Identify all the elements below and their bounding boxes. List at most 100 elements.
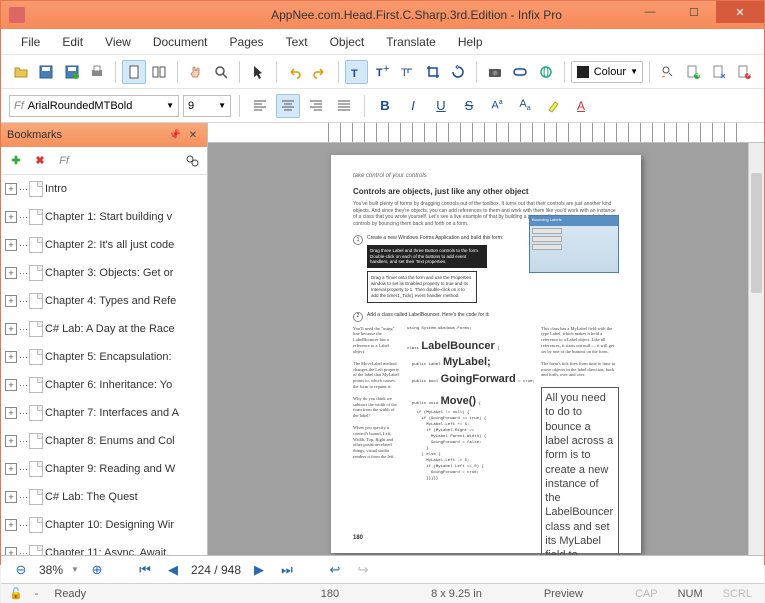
size-combo[interactable]: 9 ▼ xyxy=(183,95,231,117)
maximize-button[interactable]: ☐ xyxy=(672,1,716,23)
zoom-in-icon[interactable]: ⊕ xyxy=(87,560,107,580)
menu-object[interactable]: Object xyxy=(320,31,375,53)
page-view[interactable]: take control of your controls Controls a… xyxy=(331,155,641,553)
hand-tool-icon[interactable] xyxy=(184,60,208,84)
camera-icon[interactable] xyxy=(483,60,507,84)
rotate-tool-icon[interactable] xyxy=(447,60,471,84)
print-icon[interactable] xyxy=(86,60,110,84)
sidebar-title: Bookmarks xyxy=(7,129,62,141)
web-link-icon[interactable] xyxy=(534,60,558,84)
document-scroll[interactable]: take control of your controls Controls a… xyxy=(208,143,764,555)
status-ready: Ready xyxy=(50,588,90,600)
zoom-out-icon[interactable]: ⊖ xyxy=(11,560,31,580)
bookmark-item[interactable]: +⋯Chapter 4: Types and Refe xyxy=(1,287,207,315)
page-add-icon[interactable]: + xyxy=(682,60,706,84)
facing-pages-icon[interactable] xyxy=(148,60,172,84)
bookmark-item[interactable]: +⋯Intro xyxy=(1,175,207,203)
status-num: NUM xyxy=(674,588,707,600)
page-extract-icon[interactable] xyxy=(707,60,731,84)
svg-text:T: T xyxy=(351,68,358,80)
colour-combo[interactable]: Colour ▼ xyxy=(571,61,643,83)
lock-icon[interactable]: 🔓 xyxy=(9,587,23,600)
bookmark-item[interactable]: +⋯Chapter 6: Inheritance: Yo xyxy=(1,371,207,399)
menu-help[interactable]: Help xyxy=(448,31,493,53)
undo-icon[interactable] xyxy=(283,60,307,84)
bookmark-item[interactable]: +⋯Chapter 5: Encapsulation: xyxy=(1,343,207,371)
history-fwd-icon[interactable]: ↪ xyxy=(353,560,373,580)
find-bookmark-icon[interactable] xyxy=(183,152,201,170)
ruler[interactable] xyxy=(208,123,764,143)
close-panel-icon[interactable]: ✕ xyxy=(185,127,201,143)
zoom-tool-icon[interactable] xyxy=(210,60,234,84)
font-combo[interactable]: Ff ArialRoundedMTBold ▼ xyxy=(9,95,179,117)
menu-document[interactable]: Document xyxy=(143,31,218,53)
svg-text:+: + xyxy=(695,69,701,80)
colour-label: Colour xyxy=(594,66,626,78)
bookmark-item[interactable]: +⋯Chapter 1: Start building v xyxy=(1,203,207,231)
menu-edit[interactable]: Edit xyxy=(52,31,93,53)
bookmark-item[interactable]: +⋯Chapter 10: Designing Wir xyxy=(1,511,207,539)
page-delete-icon[interactable]: × xyxy=(733,60,757,84)
subscript-icon[interactable]: Aa xyxy=(513,94,537,118)
bottombar: ⊖ 38% ▼ ⊕ ⏮ ◀ 224 / 948 ▶ ⏭ ↩ ↪ xyxy=(1,555,764,583)
bookmark-item[interactable]: +⋯C# Lab: A Day at the Race xyxy=(1,315,207,343)
svg-text:+: + xyxy=(383,64,389,75)
titlebar[interactable]: AppNee.com.Head.First.C.Sharp.3rd.Editio… xyxy=(1,1,764,29)
scrollbar-vertical[interactable] xyxy=(748,143,764,555)
svg-text:T: T xyxy=(401,67,408,79)
italic-icon[interactable]: I xyxy=(401,94,425,118)
link-icon[interactable] xyxy=(509,60,533,84)
pointer-tool-icon[interactable] xyxy=(246,60,270,84)
menu-pages[interactable]: Pages xyxy=(220,31,274,53)
last-page-icon[interactable]: ⏭ xyxy=(277,560,297,580)
page-number: 180 xyxy=(353,535,363,543)
bookmark-item[interactable]: +⋯C# Lab: The Quest xyxy=(1,483,207,511)
strikethrough-icon[interactable]: S xyxy=(457,94,481,118)
statusbar: 🔓 - Ready 180 8 x 9.25 in Preview CAP NU… xyxy=(1,583,764,603)
bookmark-item[interactable]: +⋯Chapter 11: Async, Await, xyxy=(1,539,207,555)
bookmark-item[interactable]: +⋯Chapter 3: Objects: Get or xyxy=(1,259,207,287)
find-replace-icon[interactable] xyxy=(656,60,680,84)
menu-view[interactable]: View xyxy=(95,31,141,53)
text-color-icon[interactable]: A xyxy=(569,94,593,118)
save-icon[interactable] xyxy=(35,60,59,84)
toolbar-format: Ff ArialRoundedMTBold ▼ 9 ▼ B I U S Aa A… xyxy=(1,89,764,123)
crop-tool-icon[interactable] xyxy=(421,60,445,84)
bookmark-item[interactable]: +⋯Chapter 2: It's all just code xyxy=(1,231,207,259)
pin-icon[interactable]: 📌 xyxy=(167,127,183,143)
bold-icon[interactable]: B xyxy=(373,94,397,118)
status-scrl: SCRL xyxy=(719,588,756,600)
minimize-button[interactable]: — xyxy=(628,1,672,23)
superscript-icon[interactable]: Aa xyxy=(485,94,509,118)
text-tool-icon[interactable]: T xyxy=(345,60,369,84)
underline-icon[interactable]: U xyxy=(429,94,453,118)
save-as-icon[interactable] xyxy=(60,60,84,84)
history-back-icon[interactable]: ↩ xyxy=(325,560,345,580)
menu-translate[interactable]: Translate xyxy=(376,31,446,53)
single-page-icon[interactable] xyxy=(122,60,146,84)
menubar: File Edit View Document Pages Text Objec… xyxy=(1,29,764,55)
remove-bookmark-icon[interactable]: ✖ xyxy=(31,152,49,170)
next-page-icon[interactable]: ▶ xyxy=(249,560,269,580)
bookmarks-list[interactable]: +⋯Intro +⋯Chapter 1: Start building v +⋯… xyxy=(1,175,207,555)
align-justify-icon[interactable] xyxy=(332,94,356,118)
align-right-icon[interactable] xyxy=(304,94,328,118)
status-preview[interactable]: Preview xyxy=(540,588,587,600)
menu-file[interactable]: File xyxy=(11,31,50,53)
bookmark-item[interactable]: +⋯Chapter 7: Interfaces and A xyxy=(1,399,207,427)
add-bookmark-icon[interactable]: ✚ xyxy=(7,152,25,170)
font-tool-icon[interactable]: Ff xyxy=(55,152,73,170)
first-page-icon[interactable]: ⏮ xyxy=(135,560,155,580)
redo-icon[interactable] xyxy=(308,60,332,84)
menu-text[interactable]: Text xyxy=(276,31,318,53)
text-link-icon[interactable]: T xyxy=(396,60,420,84)
align-left-icon[interactable] xyxy=(248,94,272,118)
bookmark-item[interactable]: +⋯Chapter 8: Enums and Col xyxy=(1,427,207,455)
open-icon[interactable] xyxy=(9,60,33,84)
text-plus-icon[interactable]: T+ xyxy=(370,60,394,84)
align-center-icon[interactable] xyxy=(276,94,300,118)
bookmark-item[interactable]: +⋯Chapter 9: Reading and W xyxy=(1,455,207,483)
close-button[interactable]: ✕ xyxy=(716,1,764,23)
highlight-icon[interactable] xyxy=(541,94,565,118)
prev-page-icon[interactable]: ◀ xyxy=(163,560,183,580)
